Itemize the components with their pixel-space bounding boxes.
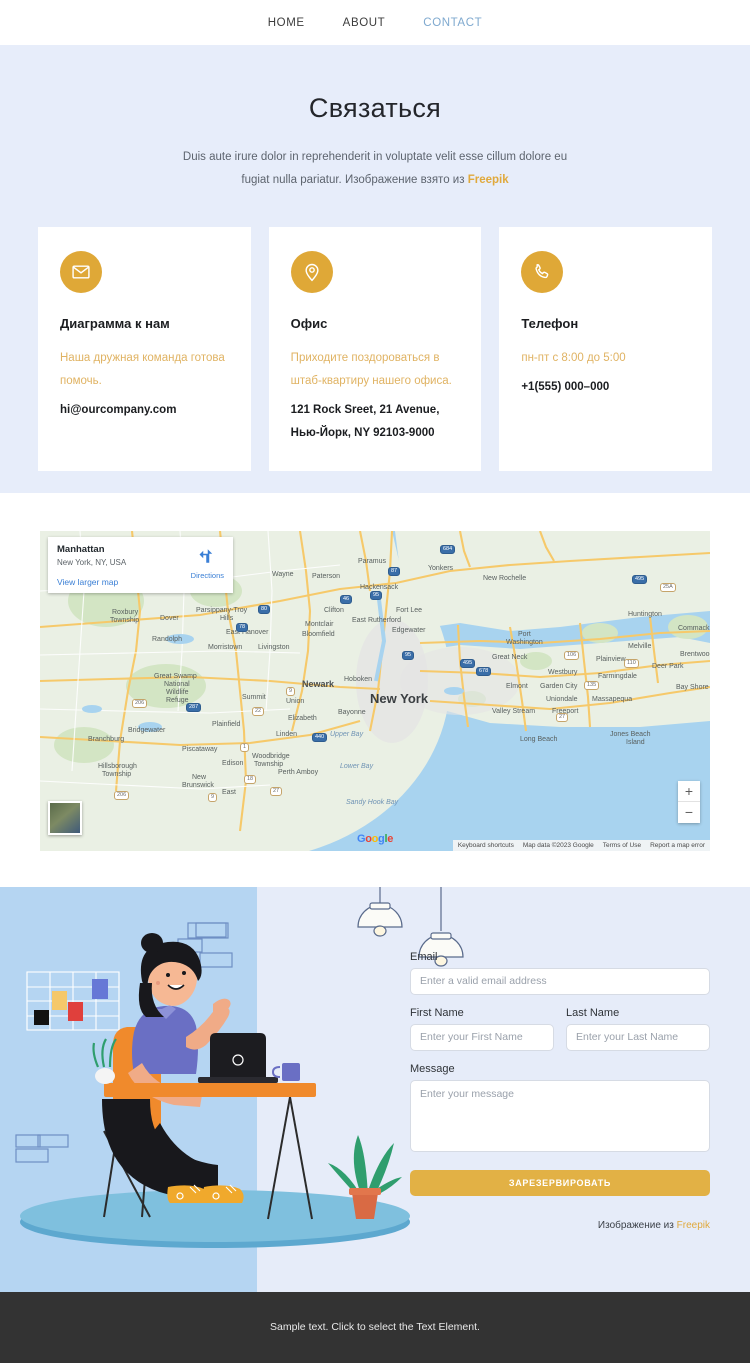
map-route-shield: 80 <box>258 604 271 615</box>
first-name-field[interactable] <box>410 1023 554 1051</box>
last-name-label: Last Name <box>566 1006 620 1019</box>
freepik-link-form[interactable]: Freepik <box>677 1220 710 1231</box>
envelope-icon <box>60 251 102 293</box>
contact-card-phone: Телефон пн-пт с 8:00 до 5:00 +1(555) 000… <box>499 227 713 471</box>
name-row: First Name Last Name <box>410 1007 710 1051</box>
attr-keyboard-shortcuts[interactable]: Keyboard shortcuts <box>458 842 514 849</box>
map-route-shield: 678 <box>476 666 492 677</box>
card-value-line2: Нью-Йорк, NY 92103-9000 <box>290 426 435 439</box>
map-route-shield: 684 <box>440 544 456 555</box>
directions-label: Directions <box>190 570 224 580</box>
navbar: HOME ABOUT CONTACT <box>0 0 750 45</box>
card-note: пн-пт с 8:00 до 5:00 <box>521 351 626 364</box>
card-title: Диаграмма к нам <box>60 316 170 331</box>
directions-button[interactable]: Directions <box>191 547 224 580</box>
zoom-in-button[interactable]: + <box>678 781 700 802</box>
map-street-view-thumbnail[interactable] <box>48 800 82 835</box>
nav-link-home[interactable]: HOME <box>268 17 305 29</box>
map-route-shield: 27 <box>556 712 569 723</box>
contact-form-section: Email First Name Last Name Message ЗАРЕЗ… <box>0 886 750 1292</box>
google-map[interactable]: New York Newark Yonkers New Rochelle Paramus… <box>40 530 710 851</box>
message-field[interactable] <box>410 1079 710 1152</box>
map-route-shield: 287 <box>186 702 202 713</box>
contact-form: Email First Name Last Name Message ЗАРЕЗ… <box>410 951 710 1231</box>
map-route-shield: 495 <box>460 658 476 669</box>
page-title: Связаться <box>308 93 442 123</box>
card-title: Офис <box>290 316 328 331</box>
submit-button[interactable]: ЗАРЕЗЕРВИРОВАТЬ <box>410 1169 710 1196</box>
attr-report-error[interactable]: Report a map error <box>650 842 705 849</box>
map-route-shield: 78 <box>236 622 249 633</box>
map-route-shield: 495 <box>632 574 648 585</box>
map-info-card: Manhattan New York, NY, USA View larger … <box>48 536 233 593</box>
google-logo: Google <box>356 832 394 845</box>
map-route-shield: 1 <box>240 742 250 753</box>
nav-link-about[interactable]: ABOUT <box>343 17 386 29</box>
contact-card-office: Офис Приходите поздороваться в штаб-квар… <box>268 227 482 471</box>
first-name-group: First Name <box>410 1007 554 1051</box>
map-route-shield: 25A <box>660 582 676 593</box>
hero-subtitle: Duis aute irure dolor in reprehenderit i… <box>175 146 575 192</box>
map-route-shield: 206 <box>114 790 130 801</box>
directions-icon <box>199 548 213 563</box>
freepik-link-hero[interactable]: Freepik <box>468 174 509 186</box>
card-value[interactable]: hi@ourcompany.com <box>60 399 229 422</box>
hero-section: Связаться Duis aute irure dolor in repre… <box>0 45 750 493</box>
footer-text[interactable]: Sample text. Click to select the Text El… <box>270 1321 480 1333</box>
phone-icon <box>521 251 564 293</box>
contact-cards: Диаграмма к нам Наша дружная команда гот… <box>0 192 750 471</box>
footer: Sample text. Click to select the Text El… <box>0 1291 750 1363</box>
card-value: 121 Rock Sreet, 21 Avenue, <box>290 403 440 416</box>
map-route-shield: 18 <box>244 774 257 785</box>
card-title: Телефон <box>521 316 579 331</box>
map-pin-icon <box>290 251 333 293</box>
last-name-group: Last Name <box>566 1007 710 1051</box>
map-route-shield: 87 <box>388 566 401 577</box>
map-route-shield: 106 <box>564 650 580 661</box>
email-label: Email <box>410 950 438 963</box>
map-attribution: Keyboard shortcuts Map data ©2023 Google… <box>452 839 710 851</box>
card-note: Приходите поздороваться в штаб-квартиру … <box>290 351 452 387</box>
map-route-shield: 95 <box>370 590 383 601</box>
image-credit-text: Изображение из <box>597 1219 677 1231</box>
attr-terms-of-use[interactable]: Terms of Use <box>603 842 641 849</box>
map-section: New York Newark Yonkers New Rochelle Paramus… <box>0 492 750 887</box>
message-group: Message <box>410 1063 710 1157</box>
map-route-shield: 95 <box>402 650 415 661</box>
map-route-shield: 110 <box>624 658 639 669</box>
map-route-shield: 440 <box>312 732 328 743</box>
last-name-field[interactable] <box>566 1023 710 1051</box>
map-route-shield: 27 <box>270 786 283 797</box>
card-value[interactable]: +1(555) 000–000 <box>521 376 690 399</box>
map-zoom-controls: + − <box>678 780 700 823</box>
nav-link-contact[interactable]: CONTACT <box>423 17 482 29</box>
map-route-shield: 46 <box>340 594 353 605</box>
attr-map-data: Map data ©2023 Google <box>522 841 594 849</box>
email-field[interactable] <box>410 967 710 995</box>
map-route-shield: 9 <box>208 792 218 803</box>
contact-card-email: Диаграмма к нам Наша дружная команда гот… <box>38 227 251 471</box>
map-route-shield: 206 <box>132 698 148 709</box>
image-credit: Изображение из Freepik <box>410 1220 710 1231</box>
map-route-shield: 135 <box>584 680 600 691</box>
zoom-out-button[interactable]: − <box>678 802 700 823</box>
first-name-label: First Name <box>410 1006 464 1019</box>
map-route-shield: 9 <box>286 686 296 697</box>
message-label: Message <box>410 1062 455 1075</box>
hero-subtitle-text: Duis aute irure dolor in reprehenderit i… <box>182 151 568 186</box>
map-route-shield: 22 <box>252 706 265 717</box>
card-note: Наша дружная команда готова помочь. <box>60 351 225 387</box>
